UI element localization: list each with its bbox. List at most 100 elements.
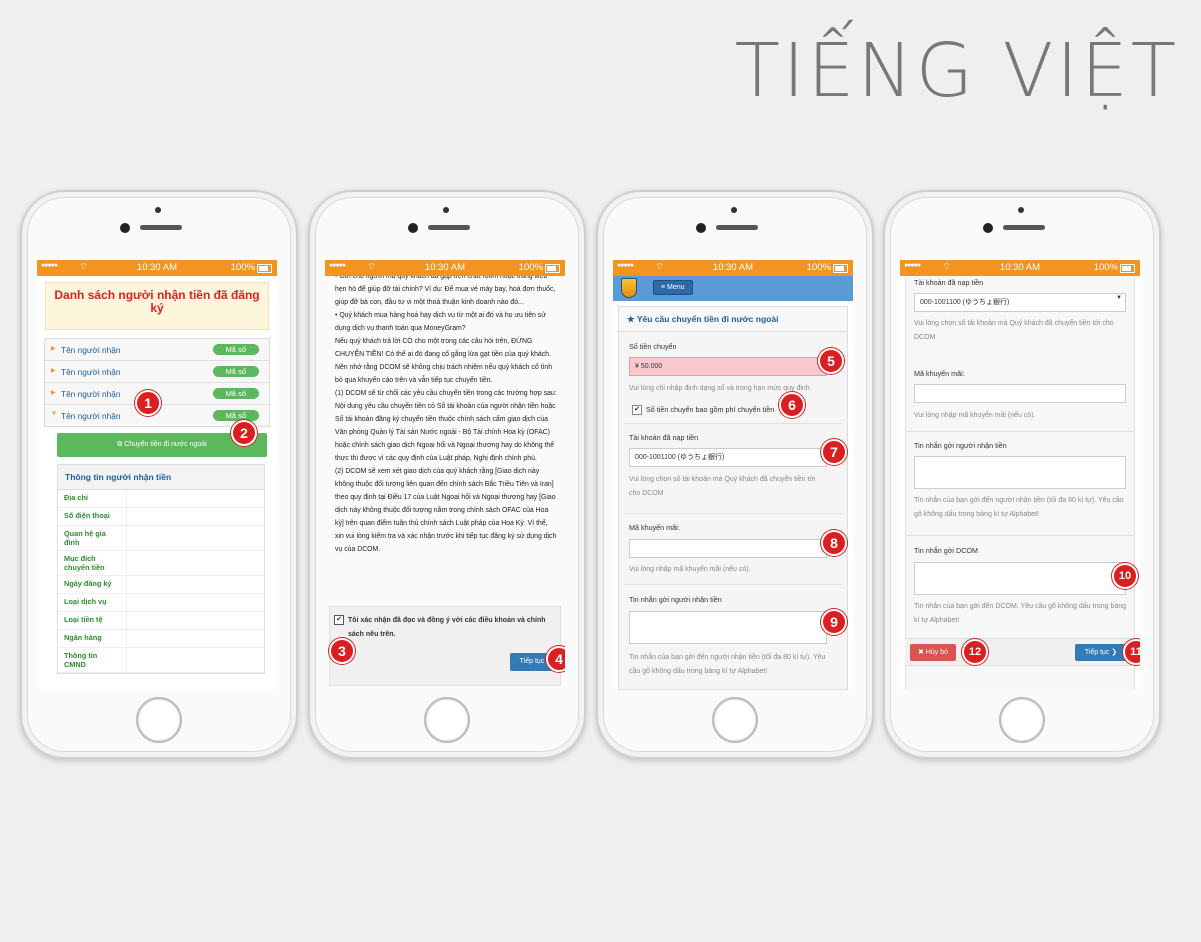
status-bar: ●●●●● ⌔ 10:30 AM 100% <box>613 260 853 276</box>
promo-input[interactable] <box>629 539 827 558</box>
transfer-form: ★ Yêu cầu chuyển tiền đi nước ngoài Số t… <box>618 306 848 690</box>
recipient-info-table: Thông tin người nhận tiền Địa chỉ Số điệ… <box>57 464 265 674</box>
battery-level: 100% <box>230 262 255 273</box>
front-sensor <box>1018 207 1024 213</box>
recipient-list: ▶ Tên người nhận Mã số ▶ Tên người nhận Mã s… <box>44 338 270 427</box>
field-label: Loại tiền tệ <box>58 612 127 629</box>
screen: ●●●●● ⌔ 10:30 AM 100% • Gởi cho người mà… <box>325 260 565 690</box>
battery-level: 100% <box>518 262 543 273</box>
table-row: Địa chỉ <box>58 490 264 508</box>
agree-panel: ✔ Tôi xác nhận đã đọc và đồng ý với các … <box>329 606 561 686</box>
promo-hint: Vui lòng nhập mã khuyến mãi (nếu có). <box>914 412 1036 419</box>
list-item[interactable]: ▶ Tên người nhận Mã số <box>45 361 269 383</box>
caret-down-icon: ▼ <box>51 411 57 417</box>
step-marker-12: 12 <box>962 639 988 665</box>
battery-icon <box>545 264 560 273</box>
battery-level: 100% <box>1093 262 1118 273</box>
step-marker-6: 6 <box>779 392 805 418</box>
front-sensor <box>155 207 161 213</box>
table-row: Ngân hàng <box>58 630 264 648</box>
terms-paragraph: • Gởi cho người mà quý khách đã gặp trên… <box>335 276 556 306</box>
phone-message-form: ●●●●● ⌔ 10:30 AM 100% Tài khoản đã nạp t… <box>883 190 1161 759</box>
step-marker-2: 2 <box>231 420 257 446</box>
fee-checkbox[interactable]: ✔ <box>632 405 642 415</box>
app-content: Danh sách người nhận tiền đã đăng ký ▶ Tê… <box>37 276 277 690</box>
battery-icon <box>833 264 848 273</box>
continue-button[interactable]: Tiếp tục ❯ <box>1075 644 1127 661</box>
step-marker-5: 5 <box>818 348 844 374</box>
home-button[interactable] <box>999 697 1045 743</box>
battery-icon <box>257 264 272 273</box>
field-label: Loại dịch vụ <box>58 594 127 611</box>
step-marker-9: 9 <box>821 609 847 635</box>
account-label: Tài khoản đã nạp tiền <box>914 278 984 287</box>
promo-input[interactable] <box>914 384 1126 403</box>
front-camera <box>408 223 418 233</box>
table-row: Thông tin CMND <box>58 648 264 673</box>
promo-hint: Vui lòng nhập mã khuyến mãi (nếu có). <box>629 566 751 573</box>
language-title: TIẾNG VIỆT <box>734 28 1179 114</box>
table-row: Loại tiền tệ <box>58 612 264 630</box>
field-label: Địa chỉ <box>58 490 127 507</box>
form-footer: ✖ Hủy bỏ Tiếp tục ❯ <box>905 638 1135 666</box>
status-bar: ●●●●● ⌔ 10:30 AM 100% <box>325 260 565 276</box>
earpiece <box>1003 225 1045 230</box>
dcom-message-textarea[interactable] <box>914 562 1126 595</box>
field-label: Ngân hàng <box>58 630 127 647</box>
shield-logo-icon[interactable] <box>621 278 637 298</box>
front-camera <box>983 223 993 233</box>
recipient-name: Tên người nhận <box>61 411 121 421</box>
app-content: ≡ Menu ★ Yêu cầu chuyển tiền đi nước ngo… <box>613 276 853 690</box>
account-hint: Vui lòng chọn số tài khoản mà Quý khách … <box>629 476 816 497</box>
table-row: Loại dịch vụ <box>58 594 264 612</box>
account-select[interactable]: 000-1001100 (ゆうちょ銀行) <box>914 293 1126 312</box>
star-icon: ★ <box>627 314 637 324</box>
field-label: Ngày đăng ký <box>58 576 127 593</box>
form-title-text: Yêu cầu chuyển tiền đi nước ngoài <box>636 314 779 324</box>
table-row: Mục đích chuyển tiền <box>58 551 264 576</box>
dcom-message-hint: Tin nhắn của bạn gởi đến DCOM. Yêu cầu g… <box>914 603 1127 624</box>
screen: ●●●●● ⌔ 10:30 AM 100% ≡ Menu ★ Yêu cầu c… <box>613 260 853 690</box>
menu-button[interactable]: ≡ Menu <box>653 280 693 295</box>
field-label: Mục đích chuyển tiền <box>58 551 127 575</box>
account-select[interactable]: 000-1001100 (ゆうちょ銀行) <box>629 448 827 467</box>
agree-checkbox[interactable]: ✔ <box>334 615 344 625</box>
fee-label: Số tiền chuyển bao gồm phí chuyển tiền <box>646 405 775 414</box>
promo-label: Mã khuyến mãi: <box>914 369 965 378</box>
message-textarea[interactable] <box>629 611 827 644</box>
caret-right-icon: ▶ <box>51 346 56 352</box>
code-badge: Mã số <box>212 410 259 421</box>
amount-hint: Vui lòng chỉ nhập định dạng số và trong … <box>629 385 810 392</box>
home-button[interactable] <box>424 697 470 743</box>
phone-transfer-form: ●●●●● ⌔ 10:30 AM 100% ≡ Menu ★ Yêu cầu c… <box>596 190 874 759</box>
terms-paragraph: (1) DCOM sẽ từ chối các yêu cầu chuyển t… <box>335 390 557 462</box>
nav-bar: ≡ Menu <box>613 276 853 301</box>
dcom-message-label: Tin nhắn gởi DCOM <box>914 546 978 555</box>
status-bar: ●●●●● ⌔ 10:30 AM 100% <box>900 260 1140 276</box>
account-label: Tài khoản đã nạp tiền <box>629 433 699 442</box>
amount-input[interactable]: ¥ 50.000 <box>629 357 827 376</box>
home-button[interactable] <box>136 697 182 743</box>
home-button[interactable] <box>712 697 758 743</box>
app-content: Tài khoản đã nạp tiền 000-1001100 (ゆうちょ銀… <box>900 276 1140 690</box>
caret-right-icon: ▶ <box>51 390 56 396</box>
earpiece <box>140 225 182 230</box>
earpiece <box>428 225 470 230</box>
message-textarea[interactable] <box>914 456 1126 489</box>
app-content: • Gởi cho người mà quý khách đã gặp trên… <box>325 276 565 690</box>
table-row: Số điện thoại <box>58 508 264 526</box>
caret-right-icon: ▶ <box>51 368 56 374</box>
list-item[interactable]: ▶ Tên người nhận Mã số <box>45 339 269 361</box>
page-title: Danh sách người nhận tiền đã đăng ký <box>45 282 269 330</box>
front-sensor <box>731 207 737 213</box>
agree-label: Tôi xác nhận đã đọc và đồng ý với các đi… <box>348 617 546 638</box>
battery-icon <box>1120 264 1135 273</box>
step-marker-10: 10 <box>1112 563 1138 589</box>
amount-label: Số tiền chuyển <box>629 342 677 351</box>
message-hint: Tin nhắn của bạn gởi đến người nhận tiền… <box>629 654 826 675</box>
cancel-button[interactable]: ✖ Hủy bỏ <box>910 644 956 661</box>
terms-paragraph: Nếu quý khách trả lời CÓ cho một trong c… <box>335 338 553 384</box>
recipient-name: Tên người nhận <box>61 389 121 399</box>
message-label: Tin nhắn gởi người nhận tiền <box>629 595 722 604</box>
step-marker-8: 8 <box>821 530 847 556</box>
